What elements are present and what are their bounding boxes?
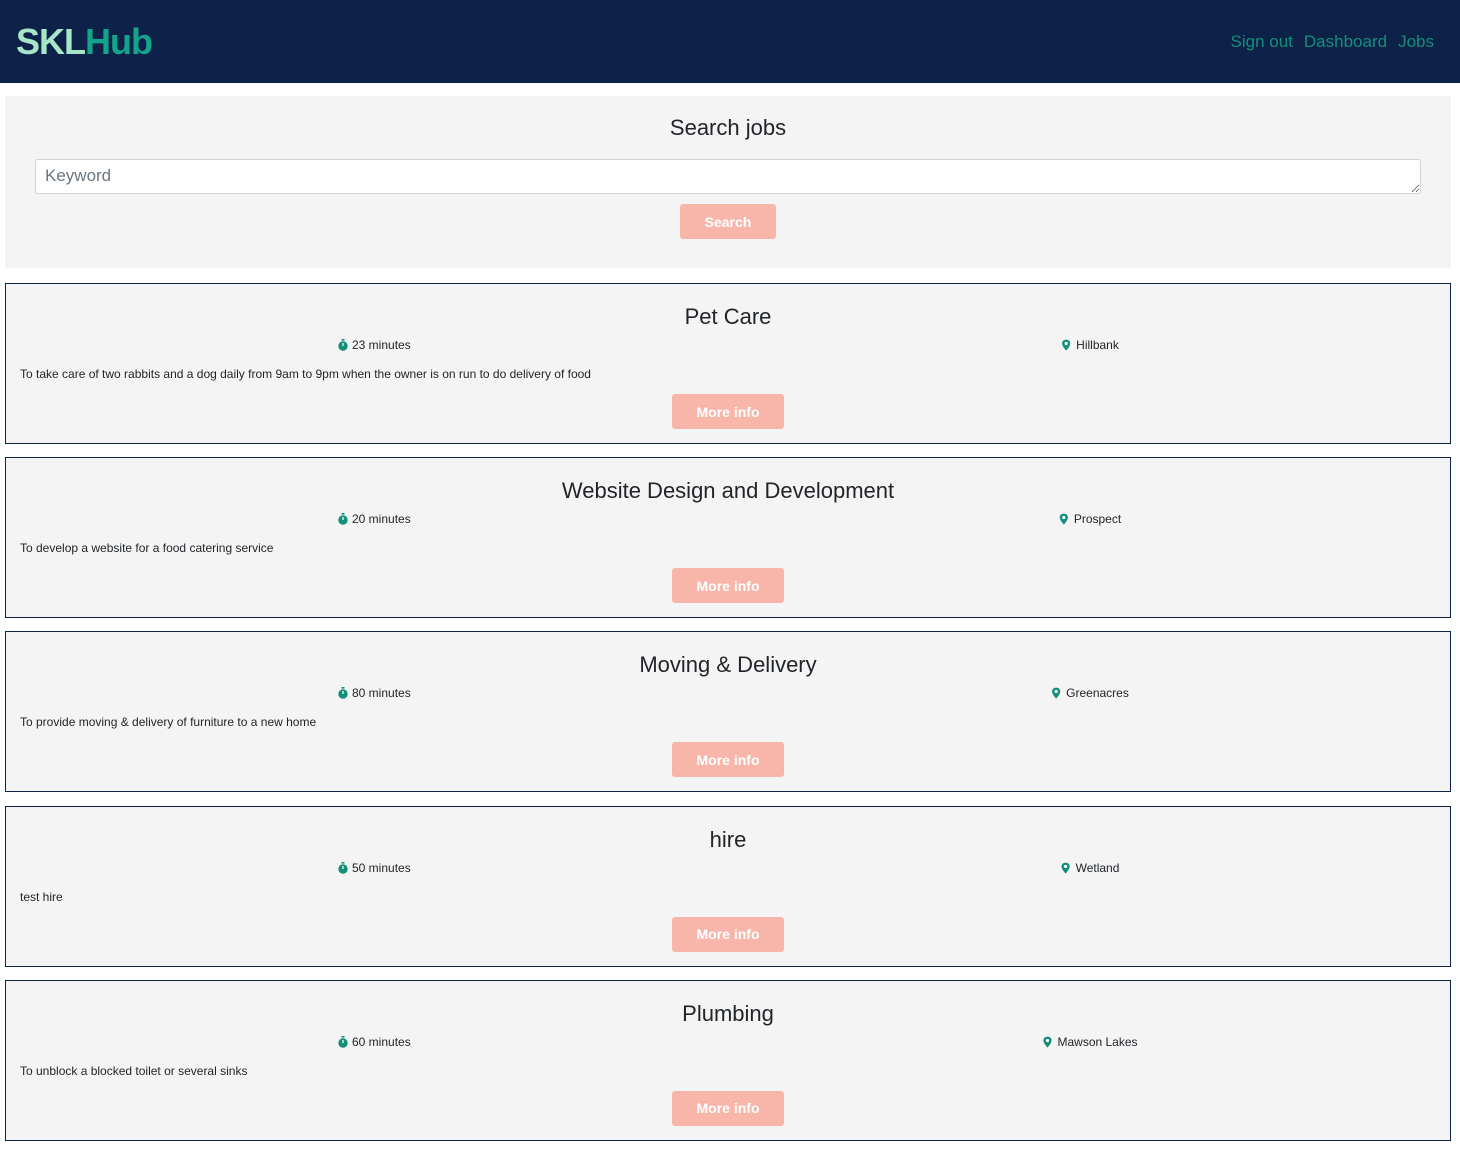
search-panel: Search jobs Search [5, 96, 1451, 268]
job-location-text: Hillbank [1076, 338, 1119, 352]
job-description: test hire [20, 889, 63, 904]
search-button[interactable]: Search [680, 204, 776, 239]
job-duration: 80 minutes [337, 686, 411, 700]
logo-part-skl: SKL [16, 20, 86, 62]
jobs-link[interactable]: Jobs [1398, 32, 1434, 52]
more-info-button[interactable]: More info [672, 568, 784, 604]
job-card: Pet Care 23 minutes Hillbank To take car… [5, 283, 1451, 444]
nav-links: Sign out Dashboard Jobs [1231, 32, 1434, 52]
job-location: Wetland [1061, 860, 1120, 875]
sign-out-link[interactable]: Sign out [1231, 32, 1293, 52]
top-navbar: SKLHub Sign out Dashboard Jobs [0, 0, 1460, 83]
search-title: Search jobs [669, 115, 787, 140]
job-location-text: Prospect [1073, 512, 1122, 527]
job-card: Moving & Delivery 80 minutes Greenacres … [5, 631, 1451, 793]
job-location-text: Mawson Lakes [1057, 1034, 1138, 1049]
job-card: Plumbing 60 minutes Mawson Lakes To unbl… [5, 979, 1451, 1141]
job-title: Website Design and Development [561, 478, 895, 504]
map-pin-icon [1061, 339, 1073, 351]
job-title: Moving & Delivery [639, 652, 817, 678]
job-description: To take care of two rabbits and a dog da… [20, 367, 591, 381]
more-info-button[interactable]: More info [672, 916, 784, 952]
job-location: Hillbank [1061, 338, 1119, 352]
stopwatch-icon [337, 339, 349, 351]
job-duration-text: 60 minutes [352, 1034, 411, 1049]
job-location: Mawson Lakes [1042, 1034, 1138, 1049]
job-location-text: Greenacres [1066, 686, 1129, 701]
job-card: hire 50 minutes Wetland test hire More i… [5, 805, 1451, 967]
stopwatch-icon [337, 513, 349, 525]
job-duration: 20 minutes [337, 512, 411, 526]
more-info-button[interactable]: More info [672, 1090, 784, 1126]
logo-part-hub: Hub [85, 20, 153, 62]
stopwatch-icon [337, 1035, 349, 1048]
job-description: To develop a website for a food catering… [20, 541, 274, 556]
job-duration-text: 23 minutes [352, 338, 411, 352]
job-card: Website Design and Development 20 minute… [5, 457, 1451, 619]
job-duration: 60 minutes [337, 1035, 411, 1049]
dashboard-link[interactable]: Dashboard [1304, 32, 1387, 52]
job-description: To unblock a blocked toilet or several s… [20, 1063, 248, 1078]
map-pin-icon [1051, 687, 1063, 699]
job-location: Greenacres [1051, 686, 1129, 700]
map-pin-icon [1059, 513, 1071, 525]
job-duration: 50 minutes [337, 861, 411, 875]
more-info-button[interactable]: More info [672, 742, 784, 778]
job-duration: 23 minutes [337, 338, 411, 352]
brand-logo[interactable]: SKLHub [16, 20, 153, 62]
job-duration-text: 20 minutes [352, 512, 411, 527]
more-info-button[interactable]: More info [672, 394, 784, 429]
job-duration-text: 50 minutes [352, 860, 411, 875]
job-duration-text: 80 minutes [352, 686, 411, 701]
job-title: hire [709, 826, 747, 852]
map-pin-icon [1061, 862, 1073, 874]
job-title: Plumbing [682, 1000, 774, 1026]
stopwatch-icon [337, 861, 349, 874]
job-location: Prospect [1059, 512, 1121, 526]
job-description: To provide moving & delivery of furnitur… [20, 715, 317, 730]
stopwatch-icon [337, 687, 349, 700]
job-title: Pet Care [684, 304, 772, 329]
job-location-text: Wetland [1075, 860, 1120, 875]
keyword-input[interactable] [35, 159, 1421, 194]
map-pin-icon [1042, 1036, 1054, 1048]
